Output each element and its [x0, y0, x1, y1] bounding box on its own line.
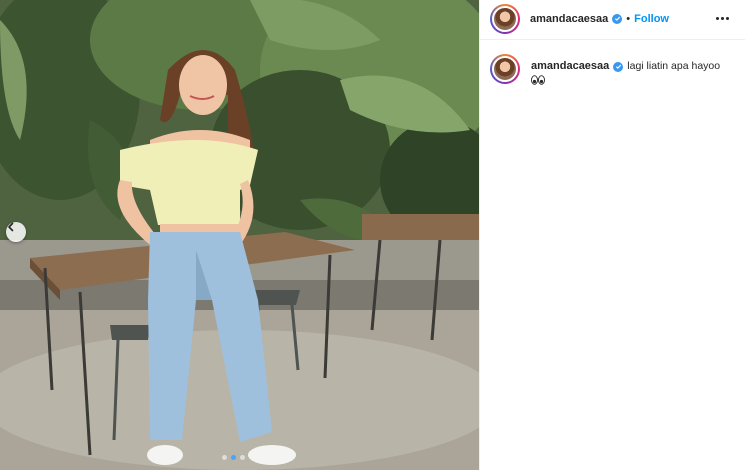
carousel-dot	[240, 455, 245, 460]
carousel-dot-active	[231, 455, 236, 460]
carousel-prev-button[interactable]	[6, 222, 26, 242]
header-separator: •	[626, 12, 631, 25]
post-caption: amandacaesaa lagi liatin apa hayoo	[480, 40, 745, 90]
more-options-icon[interactable]	[712, 13, 733, 24]
carousel-indicator	[222, 455, 245, 460]
caption-text: lagi liatin apa hayoo	[627, 60, 721, 72]
header-username[interactable]: amandacaesaa	[530, 13, 608, 25]
caption-avatar[interactable]	[490, 54, 520, 84]
post-side-panel: amandacaesaa • Follow amandacaesaa lagi l…	[479, 0, 745, 470]
avatar-image	[492, 56, 518, 82]
avatar[interactable]	[490, 3, 520, 34]
caption-username[interactable]: amandacaesaa	[531, 60, 609, 72]
follow-button[interactable]: Follow	[634, 13, 669, 25]
verified-badge-icon	[613, 61, 624, 72]
avatar-image	[492, 5, 518, 32]
post-photo[interactable]	[0, 0, 479, 470]
eyes-emoji-icon	[531, 75, 720, 90]
carousel-dot	[222, 455, 227, 460]
caption-body: amandacaesaa lagi liatin apa hayoo	[531, 59, 720, 90]
post-header: amandacaesaa • Follow	[480, 0, 745, 40]
chevron-left-icon	[8, 222, 14, 232]
verified-badge-icon	[612, 13, 623, 24]
photo-scene	[0, 0, 479, 470]
